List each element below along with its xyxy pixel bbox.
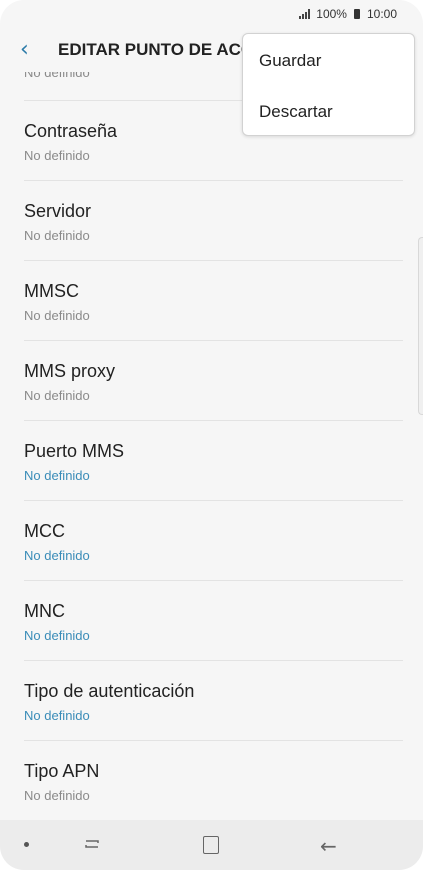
clock: 10:00 — [366, 7, 397, 21]
scrollbar[interactable] — [418, 237, 423, 415]
battery-icon — [353, 9, 360, 19]
menu-item-guardar[interactable]: Guardar — [259, 51, 321, 71]
back-arrow-icon[interactable]: ← — [320, 834, 337, 858]
list-item-label: MNC — [24, 601, 65, 621]
dot-icon[interactable] — [24, 842, 29, 847]
list-item-servidor[interactable]: Servidor No definido — [24, 181, 403, 261]
list-item-label: MMSC — [24, 281, 79, 301]
list-item-value: No definido — [24, 468, 90, 483]
list-item-value: No definido — [24, 708, 90, 723]
page-title: EDITAR PUNTO DE ACCESO — [58, 40, 248, 59]
list-item-mmsc[interactable]: MMSC No definido — [24, 261, 403, 341]
list-item-value: No definido — [24, 72, 90, 80]
list-item-value: No definido — [24, 548, 90, 563]
signal-icon — [299, 9, 311, 19]
list-item-value: No definido — [24, 628, 90, 643]
list-item-label: MCC — [24, 521, 65, 541]
phone-screen: 100% 10:00 ‹ EDITAR PUNTO DE ACCESO No d… — [0, 0, 423, 870]
home-icon[interactable] — [203, 836, 219, 854]
status-bar: 100% 10:00 — [0, 0, 423, 28]
list-item-puerto-mms[interactable]: Puerto MMS No definido — [24, 421, 403, 501]
status-indicators: 100% 10:00 — [299, 7, 397, 21]
list-item-label: MMS proxy — [24, 361, 116, 381]
list-item-mcc[interactable]: MCC No definido — [24, 501, 403, 581]
list-item-value: No definido — [24, 148, 90, 163]
list-item-label: Puerto MMS — [24, 441, 125, 461]
list-item-label: Servidor — [24, 201, 92, 221]
overflow-menu: Guardar Descartar — [242, 33, 415, 136]
battery-percent: 100% — [316, 7, 347, 21]
list-item-value: No definido — [24, 308, 90, 323]
list-item-label: Tipo APN — [24, 761, 100, 781]
list-item-mms-proxy[interactable]: MMS proxy No definido — [24, 341, 403, 421]
navigation-bar: ← — [0, 820, 423, 870]
list-item-tipo-apn[interactable]: Tipo APN No definido — [24, 741, 403, 820]
list-item-label: Tipo de autenticación — [24, 681, 195, 701]
list-item-tipo-autenticacion[interactable]: Tipo de autenticación No definido — [24, 661, 403, 741]
list-item-value: No definido — [24, 788, 90, 803]
recent-apps-icon[interactable] — [84, 836, 100, 852]
list-item-value: No definido — [24, 388, 90, 403]
list-item-mnc[interactable]: MNC No definido — [24, 581, 403, 661]
chevron-left-icon[interactable]: ‹ — [20, 39, 29, 61]
settings-list: No definido Contraseña No definido Servi… — [24, 72, 403, 820]
list-item-label: Contraseña — [24, 121, 118, 141]
menu-item-descartar[interactable]: Descartar — [259, 102, 333, 122]
list-item-value: No definido — [24, 228, 90, 243]
